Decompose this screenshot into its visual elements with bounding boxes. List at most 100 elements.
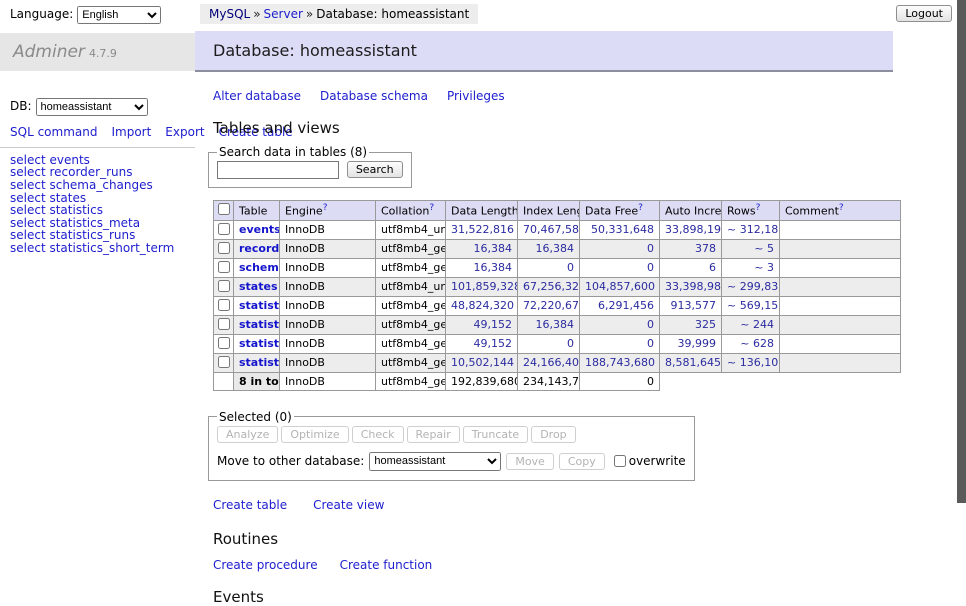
selected-buttons: AnalyzeOptimizeCheckRepairTruncateDrop [217, 426, 686, 443]
db-select-row: DB:homeassistant [10, 98, 195, 116]
breadcrumb-mysql-link[interactable]: MySQL [209, 7, 250, 21]
row-checkbox[interactable] [218, 261, 230, 273]
auto-increment-cell: 6 [660, 258, 722, 277]
data-free-cell: 104,857,600 [580, 277, 660, 296]
app-version: 4.7.9 [89, 47, 117, 60]
engine-cell: InnoDB [280, 277, 376, 296]
breadcrumb-server-link[interactable]: Server [264, 7, 303, 21]
column-help-link[interactable]: ? [756, 203, 761, 213]
db-select[interactable]: homeassistant [36, 98, 148, 116]
routine-create-link[interactable]: Create procedure [213, 558, 318, 572]
auto-increment-cell: 378 [660, 239, 722, 258]
move-label: Move to other database: [217, 454, 364, 468]
breadcrumb-separator: » [306, 7, 313, 21]
data-free-cell: 0 [580, 239, 660, 258]
vertical-scrollbar[interactable] [956, 0, 966, 543]
column-header-label: Data Free [585, 205, 638, 218]
column-header: Collation? [376, 201, 446, 221]
table-name-link[interactable]: schema_changes [239, 261, 280, 274]
table-name-link[interactable]: events [239, 223, 280, 236]
overwrite-label: overwrite [629, 454, 686, 468]
selected-action-button[interactable]: Analyze [217, 426, 278, 443]
table-name-link[interactable]: states [239, 280, 278, 293]
table-row: schema_changes InnoDB utf8mb4_general_ci… [214, 258, 901, 277]
row-checkbox[interactable] [218, 337, 230, 349]
row-checkbox[interactable] [218, 223, 230, 235]
data-length-cell: 101,859,328 [446, 277, 518, 296]
table-name-link[interactable]: recorder_runs [239, 242, 280, 255]
table-name-link[interactable]: statistics [239, 299, 280, 312]
selected-action-button[interactable]: Truncate [463, 426, 528, 443]
sidebar-select-table-link[interactable]: select statistics_short_term [10, 242, 195, 255]
search-input[interactable] [217, 161, 339, 179]
routine-create-link[interactable]: Create function [340, 558, 433, 572]
database-action-link[interactable]: Alter database [213, 89, 301, 103]
selected-fieldset: Selected (0) AnalyzeOptimizeCheckRepairT… [208, 410, 695, 481]
table-row: statistics_runs InnoDB utf8mb4_general_c… [214, 334, 901, 353]
database-action-link[interactable]: Privileges [447, 89, 505, 103]
sidebar-action-link[interactable]: SQL command [10, 125, 97, 139]
collation-cell: utf8mb4_general_ci [376, 239, 446, 258]
breadcrumb: MySQL»Server»Database: homeassistant [200, 4, 478, 24]
selected-action-button[interactable]: Repair [407, 426, 460, 443]
index-length-cell: 16,384 [518, 315, 580, 334]
row-checkbox[interactable] [218, 280, 230, 292]
auto-increment-cell: 33,898,196 [660, 220, 722, 239]
column-header: Table [234, 201, 280, 221]
select-all-checkbox[interactable] [218, 203, 230, 215]
table-name-link[interactable]: statistics_meta [239, 318, 280, 331]
data-length-cell: 16,384 [446, 239, 518, 258]
column-help-link[interactable]: ? [323, 203, 328, 213]
auto-increment-cell: 39,999 [660, 334, 722, 353]
column-help-link[interactable]: ? [429, 203, 434, 213]
index-length-cell: 24,166,400 [518, 353, 580, 372]
move-action-button[interactable]: Move [506, 453, 554, 470]
create-links: Create table Create view [213, 498, 956, 512]
column-header: Comment? [780, 201, 901, 221]
logout-button[interactable]: Logout [896, 5, 952, 22]
collation-cell: utf8mb4_general_ci [376, 353, 446, 372]
column-help-link[interactable]: ? [839, 203, 844, 213]
row-checkbox[interactable] [218, 318, 230, 330]
selected-action-button[interactable]: Check [352, 426, 404, 443]
engine-cell: InnoDB [280, 258, 376, 277]
create-link[interactable]: Create table [213, 498, 287, 512]
row-checkbox[interactable] [218, 242, 230, 254]
column-header: Engine? [280, 201, 376, 221]
language-select[interactable]: English [77, 6, 161, 24]
data-length-cell: 49,152 [446, 315, 518, 334]
table-header-row: TableEngine?Collation?Data Length?Index … [214, 201, 901, 221]
column-help-link[interactable]: ? [638, 203, 643, 213]
comment-cell [780, 334, 901, 353]
column-header-label: Index Length [523, 205, 580, 218]
table-name-link[interactable]: statistics_runs [239, 337, 280, 350]
move-action-button[interactable]: Copy [559, 453, 605, 470]
data-free-cell: 6,291,456 [580, 296, 660, 315]
collation-cell: utf8mb4_general_ci [376, 296, 446, 315]
language-label: Language: [10, 7, 73, 21]
overwrite-checkbox[interactable] [614, 455, 626, 467]
row-checkbox[interactable] [218, 356, 230, 368]
sidebar-action-link[interactable]: Import [111, 125, 151, 139]
search-button[interactable]: Search [347, 161, 403, 178]
app-logo-name[interactable]: Adminer [13, 42, 85, 62]
scrollbar-thumb[interactable] [957, 0, 966, 503]
selected-action-button[interactable]: Optimize [281, 426, 348, 443]
table-total-row: 8 in total InnoDB utf8mb4_general_ci 192… [214, 372, 901, 390]
database-links: Alter database Database schema Privileges [213, 89, 956, 103]
create-link[interactable]: Create view [313, 498, 384, 512]
sidebar-select-table-link[interactable]: select schema_changes [10, 179, 195, 192]
data-length-cell: 48,824,320 [446, 296, 518, 315]
table-name-link[interactable]: statistics_short_term [239, 356, 280, 369]
collation-cell: utf8mb4_unicode_ci [376, 220, 446, 239]
column-header: Rows? [722, 201, 780, 221]
data-length-cell: 16,384 [446, 258, 518, 277]
sidebar-select-table-link[interactable]: select statistics [10, 204, 195, 217]
move-database-select[interactable]: homeassistant [369, 452, 501, 471]
row-checkbox[interactable] [218, 299, 230, 311]
table-body: events InnoDB utf8mb4_unicode_ci 31,522,… [214, 220, 901, 390]
collation-cell: utf8mb4_unicode_ci [376, 277, 446, 296]
selected-action-button[interactable]: Drop [531, 426, 575, 443]
database-action-link[interactable]: Database schema [320, 89, 428, 103]
column-header-label: Table [239, 205, 267, 218]
